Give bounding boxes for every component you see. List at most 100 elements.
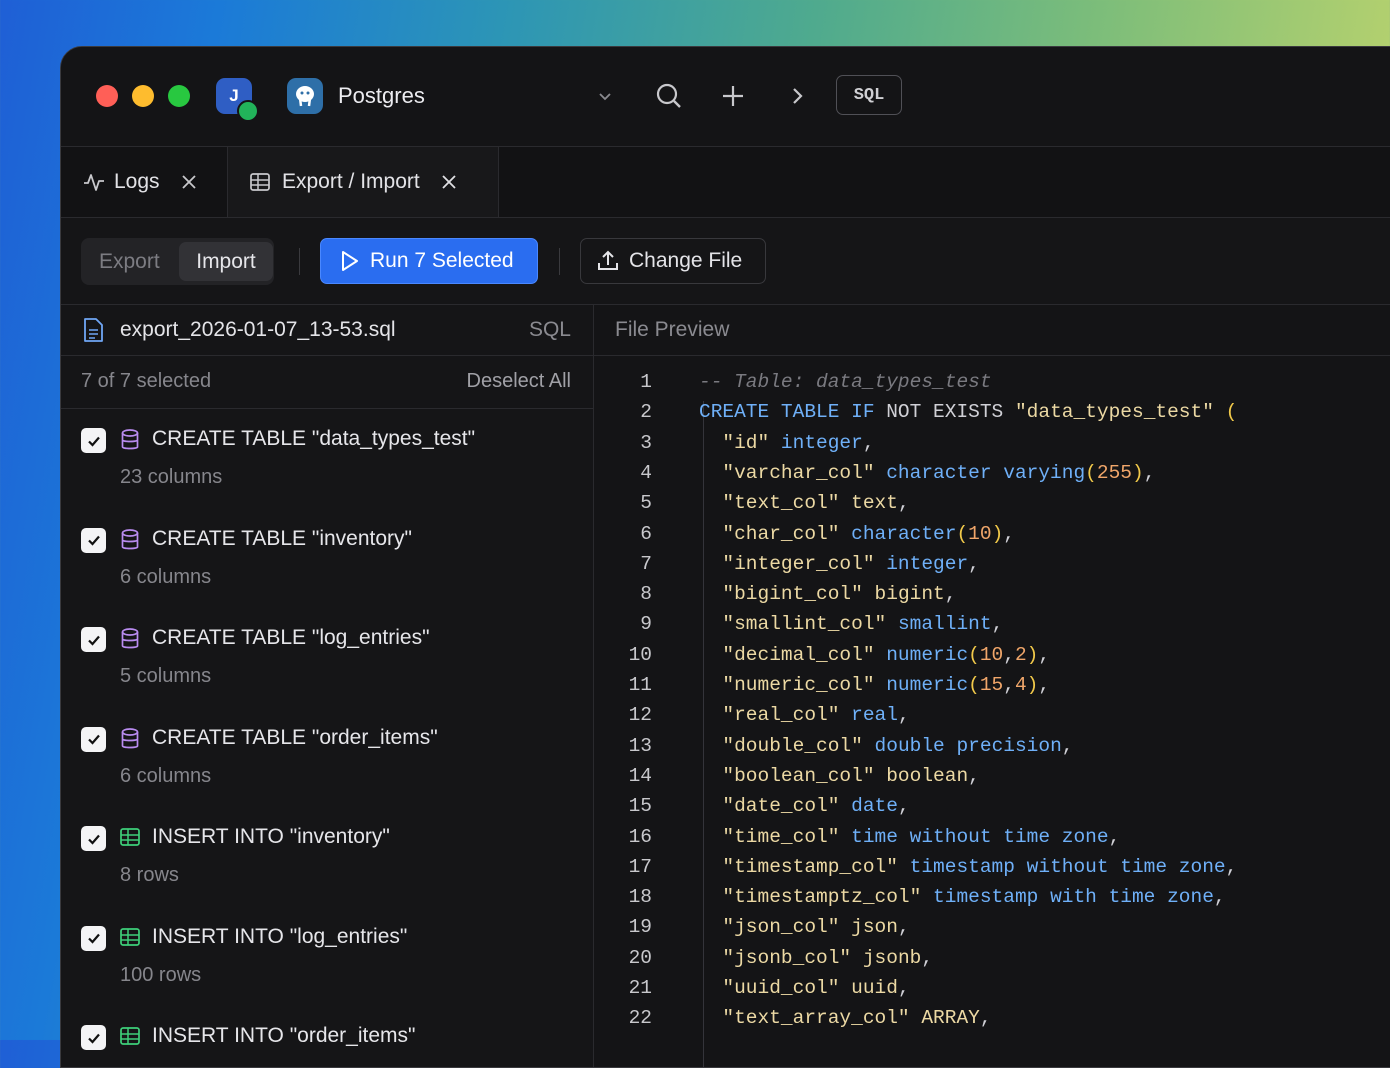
chevron-down-icon[interactable] — [588, 79, 622, 113]
code-line: "numeric_col" numeric(15,4), — [699, 674, 1050, 696]
code-token: 255 — [1096, 461, 1132, 484]
code-token: "char_col" — [722, 522, 840, 545]
statement-checkbox[interactable] — [81, 726, 106, 752]
code-token: bigint — [874, 583, 945, 606]
close-tab-logs-icon[interactable] — [181, 175, 196, 189]
code-token: , — [862, 431, 875, 454]
line-number: 14 — [628, 764, 652, 787]
code-token: ) — [1131, 461, 1144, 484]
code-token: numeric — [886, 643, 969, 666]
mode-export-button[interactable]: Export — [99, 250, 160, 274]
play-icon — [340, 250, 360, 272]
statement-item[interactable]: INSERT INTO "order_items" — [61, 1007, 593, 1067]
code-token: , — [1038, 674, 1051, 696]
line-number: 18 — [628, 886, 652, 909]
line-number: 15 — [628, 795, 652, 818]
code-token: double precision — [874, 734, 1062, 757]
code-line: "time_col" time without time zone, — [699, 826, 1120, 848]
code-token: , — [1225, 855, 1238, 878]
tab-logs[interactable]: Logs — [61, 147, 228, 217]
statement-detail: 5 columns — [120, 665, 212, 687]
statement-item[interactable]: INSERT INTO "log_entries" 100 rows — [61, 908, 593, 1007]
statement-checkbox[interactable] — [81, 428, 106, 453]
title-bar: J Postgres SQL — [61, 47, 1390, 147]
code-token: , — [1003, 643, 1015, 666]
code-token: integer — [886, 552, 969, 575]
line-number: 5 — [640, 492, 652, 515]
statement-detail: 100 rows — [120, 963, 202, 986]
statement-checkbox[interactable] — [81, 826, 106, 851]
code-token: smallint — [897, 613, 992, 636]
change-file-button[interactable]: Change File — [580, 238, 766, 284]
code-token: time without time zone — [851, 825, 1109, 848]
tab-export-import-label: Export / Import — [282, 170, 420, 193]
code-token: , — [968, 552, 980, 575]
statement-checkbox[interactable] — [81, 527, 106, 553]
code-token: 10 — [968, 522, 992, 545]
code-token: character — [851, 522, 957, 545]
chevron-right-icon[interactable] — [780, 79, 814, 113]
statement-item[interactable]: CREATE TABLE "log_entries" 5 columns — [61, 609, 593, 708]
close-window-button[interactable] — [96, 85, 118, 107]
file-preview-pane: File Preview 1 -- Table: data_types_test 2… — [594, 305, 1390, 1067]
sql-editor-button[interactable]: SQL — [836, 75, 902, 115]
checkmark-icon — [87, 933, 100, 944]
checkmark-icon — [87, 734, 100, 745]
mode-import-button[interactable]: Import — [179, 242, 273, 281]
minimize-window-button[interactable] — [132, 85, 154, 107]
tab-export-import[interactable]: Export / Import — [228, 147, 499, 217]
code-token: , — [991, 613, 1004, 636]
change-file-label: Change File — [629, 249, 743, 272]
database-name[interactable]: Postgres — [338, 83, 425, 109]
code-token: , — [897, 977, 910, 999]
deselect-all-button[interactable]: Deselect All — [467, 370, 572, 393]
statement-checkbox[interactable] — [81, 1025, 106, 1050]
avatar-initial: J — [229, 86, 239, 105]
close-tab-export-import-icon[interactable] — [442, 175, 456, 189]
file-header: export_2026-01-07_13-53.sql SQL — [61, 305, 593, 356]
line-number: 16 — [628, 825, 652, 848]
statement-checkbox[interactable] — [81, 925, 106, 951]
code-line: "text_array_col" ARRAY, — [699, 1007, 991, 1029]
code-line: "real_col" real, — [699, 704, 909, 726]
code-token: , — [968, 764, 980, 787]
statement-item[interactable]: INSERT INTO "inventory" 8 rows — [61, 808, 593, 907]
upload-icon — [597, 250, 619, 272]
statement-item[interactable]: CREATE TABLE "data_types_test" 23 column… — [61, 410, 593, 509]
statement-item[interactable]: CREATE TABLE "order_items" 6 columns — [61, 709, 593, 808]
code-token: , — [944, 583, 957, 606]
statement-title: CREATE TABLE "order_items" — [152, 725, 438, 749]
code-token: NOT EXISTS — [886, 401, 1015, 424]
statement-checkbox[interactable] — [81, 627, 106, 652]
code-token: 2 — [1014, 643, 1027, 666]
table-icon — [250, 172, 270, 192]
code-token: "time_col" — [722, 825, 840, 848]
tab-bar: Logs Export / Import — [61, 147, 1390, 218]
code-token: , — [1038, 643, 1051, 666]
file-icon — [82, 318, 104, 343]
search-icon[interactable] — [652, 79, 686, 113]
run-selected-button[interactable]: Run 7 Selected — [320, 238, 538, 284]
code-token: jsonb — [862, 946, 922, 969]
code-token: -- Table: data_types_test — [699, 371, 992, 393]
statement-detail: 23 columns — [120, 466, 223, 488]
zoom-window-button[interactable] — [168, 85, 190, 107]
code-token: CREATE TABLE IF — [699, 401, 887, 424]
statement-item[interactable]: CREATE TABLE "inventory" 6 columns — [61, 510, 593, 609]
plus-icon[interactable] — [716, 79, 750, 113]
line-number: 11 — [628, 674, 652, 696]
